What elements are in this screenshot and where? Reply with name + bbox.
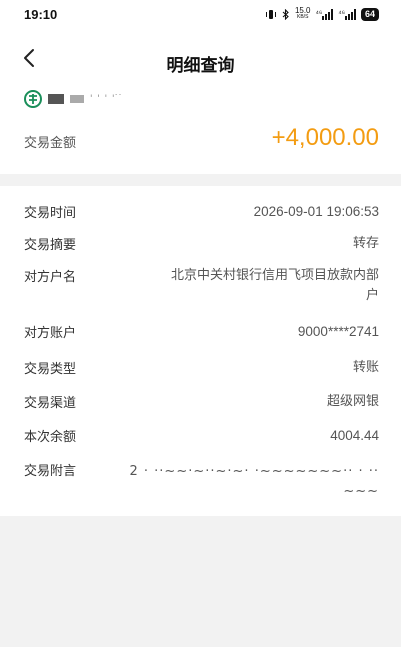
detail-label: 交易类型 xyxy=(24,362,77,377)
battery-icon: 64 xyxy=(360,7,379,21)
detail-label: 交易摘要 xyxy=(24,238,77,253)
status-bar: 19:10 15.0 KB/S ⁴⁶ ⁴⁶ 64 xyxy=(0,0,401,34)
detail-value: 转存 xyxy=(352,236,379,251)
detail-label: 交易附言 xyxy=(24,464,77,479)
status-time: 19:10 xyxy=(24,7,58,22)
detail-value: 9000****2741 xyxy=(297,324,379,339)
detail-label: 本次余额 xyxy=(24,430,77,445)
bluetooth-icon xyxy=(282,8,289,20)
detail-label: 对方账户 xyxy=(24,326,77,341)
abc-bank-logo-icon xyxy=(24,90,42,108)
detail-label: 交易渠道 xyxy=(24,396,77,411)
detail-value: 转账 xyxy=(352,360,379,375)
detail-label: 交易时间 xyxy=(24,206,77,221)
detail-value: 超级网银 xyxy=(326,394,379,409)
page-title: 明细查询 xyxy=(166,56,235,76)
detail-value-line2: ~~~ xyxy=(343,484,379,499)
signal-2-icon: ⁴⁶ xyxy=(338,8,356,20)
vibrate-icon xyxy=(265,9,276,19)
amount-value: +4,000.00 xyxy=(271,124,379,151)
details-panel: 交易时间 2026-09-01 19:06:53 交易摘要 转存 对方户名 北京… xyxy=(0,186,401,516)
detail-label: 对方户名 xyxy=(24,270,77,285)
account-row: ' ' ' ' ̇ ̇ xyxy=(24,89,123,109)
detail-value: 2 · ··~~·~··~·~· ·~~~~~~~·· · ·· xyxy=(129,464,379,479)
masked-block xyxy=(70,95,84,103)
detail-value: 北京中关村银行信用飞项目放款内部户 xyxy=(170,268,379,303)
masked-account-text: ' ' ' ' ̇ ̇ xyxy=(90,94,124,104)
status-icons: 15.0 KB/S ⁴⁶ ⁴⁶ 64 xyxy=(265,7,379,21)
amount-label: 交易金额 xyxy=(24,136,77,151)
signal-1-icon: ⁴⁶ xyxy=(316,8,334,20)
detail-value: 4004.44 xyxy=(330,428,379,443)
nav-bar: 明细查询 xyxy=(0,40,401,80)
masked-block xyxy=(48,94,64,104)
detail-value: 2026-09-01 19:06:53 xyxy=(253,204,379,219)
amount-row: 交易金额 +4,000.00 xyxy=(24,124,379,158)
net-speed: 15.0 KB/S xyxy=(294,6,311,21)
